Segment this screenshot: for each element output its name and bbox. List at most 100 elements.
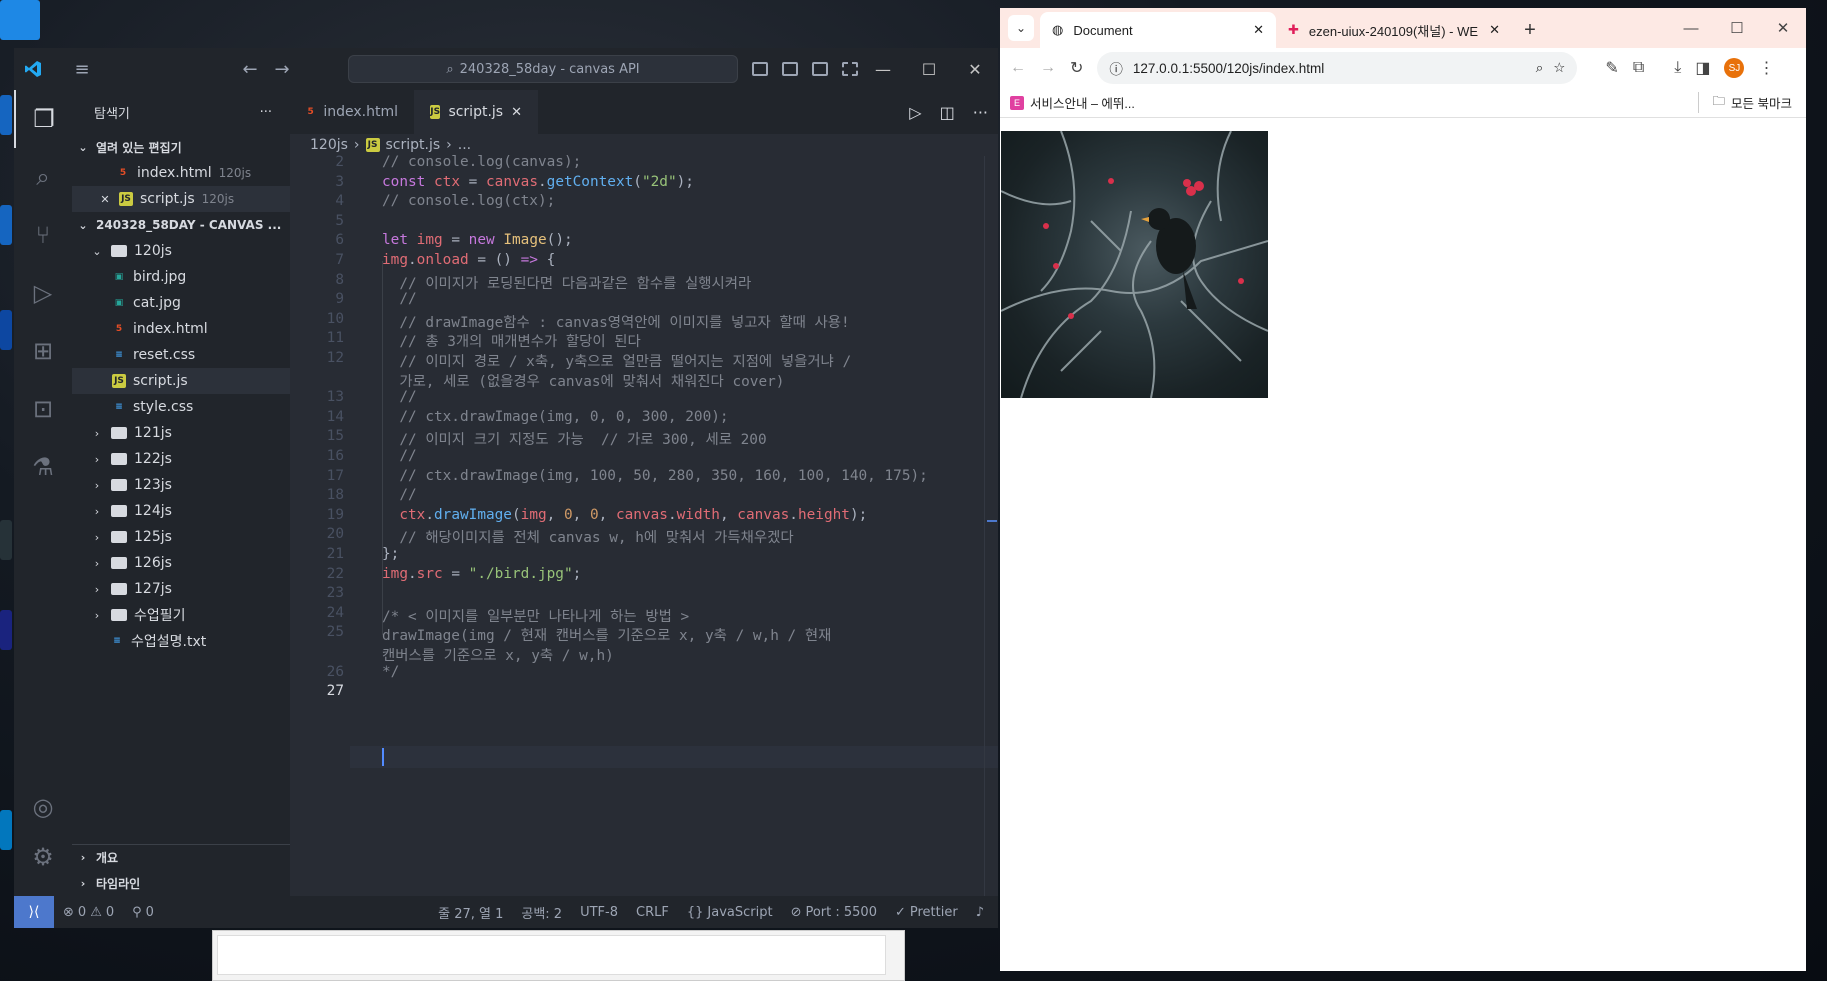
open-editor-item[interactable]: 5 index.html 120js bbox=[72, 160, 290, 186]
desktop-app-icon[interactable] bbox=[0, 0, 40, 40]
breadcrumb-folder[interactable]: 120js bbox=[310, 137, 348, 153]
address-bar[interactable]: ⓘ 127.0.0.1:5500/120js/index.html ⌕ ☆ bbox=[1097, 52, 1578, 84]
tree-file[interactable]: ≡ 수업설명.txt bbox=[72, 628, 290, 654]
tree-folder[interactable]: ⌄ 120js bbox=[72, 238, 290, 264]
tree-folder[interactable]: › 126js bbox=[72, 550, 290, 576]
desktop-app-icon[interactable] bbox=[0, 205, 12, 245]
customize-layout-icon[interactable] bbox=[842, 62, 858, 76]
all-bookmarks-button[interactable]: 🗀 모든 북마크 bbox=[1697, 92, 1792, 113]
problems-indicator[interactable]: ⊗ 0 ⚠ 0 bbox=[54, 905, 123, 920]
tab-script-js[interactable]: JS script.js ✕ bbox=[414, 90, 538, 134]
desktop-app-icon[interactable] bbox=[0, 610, 12, 650]
tree-folder[interactable]: › 127js bbox=[72, 576, 290, 602]
bell-icon[interactable]: ♪ bbox=[967, 905, 998, 920]
minimize-button[interactable]: — bbox=[860, 48, 906, 90]
file-tree: ⌄ 120js ▣ bird.jpg ▣ cat.jpg 5 index.html ≡ reset… bbox=[72, 238, 290, 654]
source-control-icon[interactable]: ⑂ bbox=[14, 206, 72, 264]
command-center-search[interactable]: ⌕ 240328_58day - canvas API bbox=[348, 55, 738, 83]
cursor-position[interactable]: 줄 27, 열 1 bbox=[429, 903, 512, 922]
ports-indicator[interactable]: ⚲ 0 bbox=[123, 905, 163, 920]
profile-avatar[interactable]: SJ bbox=[1724, 58, 1745, 78]
chevron-right-icon: › bbox=[94, 504, 100, 518]
breadcrumb-symbol[interactable]: ... bbox=[458, 137, 471, 153]
browser-tab-slack[interactable]: ✚ ezen-uiux-240109(채널) - WEB ✕ bbox=[1276, 12, 1512, 48]
toggle-secondary-sidebar-icon[interactable] bbox=[812, 62, 828, 76]
tree-folder[interactable]: › 122js bbox=[72, 446, 290, 472]
explorer-icon[interactable]: ❐ bbox=[14, 90, 72, 148]
run-icon[interactable]: ▷ bbox=[909, 103, 921, 122]
minimize-button[interactable]: — bbox=[1668, 8, 1714, 48]
desktop-app-icon[interactable] bbox=[0, 310, 12, 350]
toggle-panel-icon[interactable] bbox=[782, 62, 798, 76]
breadcrumb-file[interactable]: script.js bbox=[386, 137, 441, 153]
window-controls: — ☐ ✕ bbox=[860, 48, 998, 90]
menu-icon[interactable]: ≡ bbox=[62, 48, 102, 90]
remote-explorer-icon[interactable]: ⊡ bbox=[14, 380, 72, 438]
prettier-status[interactable]: ✓ Prettier bbox=[886, 905, 967, 920]
more-actions-icon[interactable]: ··· bbox=[973, 103, 988, 122]
split-editor-icon[interactable]: ◫ bbox=[940, 103, 955, 122]
close-button[interactable]: ✕ bbox=[952, 48, 998, 90]
tree-file[interactable]: 5 index.html bbox=[72, 316, 290, 342]
zoom-icon[interactable]: ⌕ bbox=[1536, 60, 1544, 76]
tree-folder[interactable]: › 121js bbox=[72, 420, 290, 446]
maximize-button[interactable]: ☐ bbox=[906, 48, 952, 90]
close-icon[interactable]: ✕ bbox=[98, 193, 112, 206]
scrollbar[interactable] bbox=[984, 156, 998, 896]
close-button[interactable]: ✕ bbox=[1760, 8, 1806, 48]
tree-folder[interactable]: › 124js bbox=[72, 498, 290, 524]
new-tab-icon[interactable]: + bbox=[1512, 12, 1548, 48]
tree-folder[interactable]: › 125js bbox=[72, 524, 290, 550]
tree-file[interactable]: ≡ reset.css bbox=[72, 342, 290, 368]
bookmark-star-icon[interactable]: ☆ bbox=[1553, 60, 1565, 76]
testing-icon[interactable]: ⚗ bbox=[14, 438, 72, 496]
timeline-section[interactable]: › 타임라인 bbox=[72, 870, 290, 896]
bookmark-link[interactable]: 서비스안내 – 에뛰... bbox=[1030, 93, 1135, 112]
reload-icon[interactable]: ↻ bbox=[1070, 58, 1083, 78]
indentation[interactable]: 공백: 2 bbox=[512, 903, 571, 922]
side-panel-icon[interactable]: ◨ bbox=[1695, 58, 1710, 78]
remote-indicator-icon[interactable]: ⟩⟨ bbox=[14, 896, 54, 928]
run-debug-icon[interactable]: ▷ bbox=[14, 264, 72, 322]
browser-tab-document[interactable]: ◍ Document ✕ bbox=[1040, 12, 1276, 48]
open-editor-item[interactable]: ✕ JS script.js 120js bbox=[72, 186, 290, 212]
tree-file[interactable]: ▣ bird.jpg bbox=[72, 264, 290, 290]
desktop-app-icon[interactable] bbox=[0, 520, 12, 560]
project-section[interactable]: ⌄ 240328_58DAY - CANVAS ... bbox=[72, 212, 290, 238]
tab-search-chevron-icon[interactable]: ⌄ bbox=[1008, 15, 1034, 41]
open-editors-section[interactable]: ⌄ 열려 있는 편집기 bbox=[72, 134, 290, 160]
live-server-port[interactable]: ⊘ Port : 5500 bbox=[782, 905, 886, 920]
code-editor[interactable]: 2 // console.log(canvas); 3 const ctx = can… bbox=[290, 154, 998, 896]
tree-file[interactable]: ▣ cat.jpg bbox=[72, 290, 290, 316]
language-mode[interactable]: {} JavaScript bbox=[678, 905, 782, 920]
tree-file[interactable]: JS script.js bbox=[72, 368, 290, 394]
extensions-icon[interactable]: ⊞ bbox=[14, 322, 72, 380]
close-tab-icon[interactable]: ✕ bbox=[1253, 22, 1264, 38]
forward-arrow-icon[interactable]: → bbox=[262, 48, 302, 90]
tree-folder[interactable]: › 123js bbox=[72, 472, 290, 498]
desktop-app-icon[interactable] bbox=[0, 810, 12, 850]
search-icon[interactable]: ⌕ bbox=[14, 148, 72, 206]
outline-section[interactable]: › 개요 bbox=[72, 844, 290, 870]
forward-arrow-icon[interactable]: → bbox=[1040, 59, 1056, 77]
tree-file[interactable]: ≡ style.css bbox=[72, 394, 290, 420]
line-ending[interactable]: CRLF bbox=[627, 905, 678, 920]
tree-folder[interactable]: › 수업필기 bbox=[72, 602, 290, 628]
maximize-button[interactable]: ☐ bbox=[1714, 8, 1760, 48]
extensions-puzzle-icon[interactable]: ⧉ bbox=[1633, 59, 1644, 77]
encoding[interactable]: UTF-8 bbox=[571, 905, 627, 920]
menu-kebab-icon[interactable]: ⋮ bbox=[1758, 58, 1774, 78]
desktop-app-icon[interactable] bbox=[0, 95, 12, 135]
back-arrow-icon[interactable]: ← bbox=[1010, 59, 1026, 77]
extension-pen-icon[interactable]: ✎ bbox=[1605, 58, 1618, 78]
breadcrumb: 120js › JS script.js › ... bbox=[290, 134, 998, 156]
close-icon[interactable]: ✕ bbox=[511, 105, 522, 120]
download-icon[interactable]: ⤓ bbox=[1674, 59, 1681, 77]
site-info-icon[interactable]: ⓘ bbox=[1109, 58, 1123, 78]
toggle-primary-sidebar-icon[interactable] bbox=[752, 62, 768, 76]
more-actions-icon[interactable]: ··· bbox=[260, 105, 272, 120]
close-tab-icon[interactable]: ✕ bbox=[1489, 22, 1500, 38]
settings-gear-icon[interactable]: ⚙ bbox=[14, 828, 72, 886]
chevron-right-icon: › bbox=[94, 608, 100, 622]
tab-index-html[interactable]: 5 index.html bbox=[290, 90, 414, 134]
